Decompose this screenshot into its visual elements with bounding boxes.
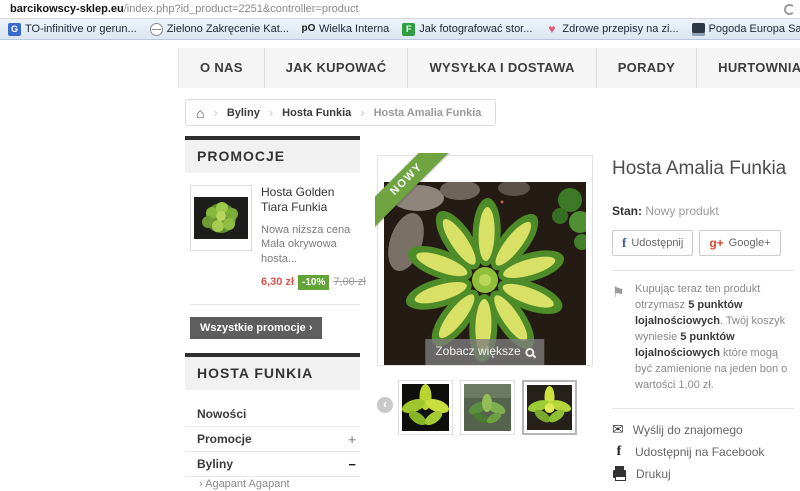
- promo-discount-badge: -10%: [298, 275, 329, 290]
- sidebar-item-byliny[interactable]: Byliny −: [185, 452, 360, 477]
- nav-item-jak-kupowac[interactable]: JAK KUPOWAĆ: [265, 48, 409, 88]
- envelope-icon: ✉: [612, 421, 624, 438]
- green-f-icon: F: [402, 23, 415, 36]
- share-buttons: f Udostępnij g+ Google+: [612, 230, 794, 256]
- sidebar-item-promocje[interactable]: Promocje +: [185, 427, 360, 452]
- promo-product-desc: Nowa niższa cena Mała okrywowa hosta...: [261, 223, 361, 266]
- product-condition: Stan: Nowy produkt: [612, 204, 794, 218]
- new-ribbon-wrap: NOWY: [375, 153, 461, 239]
- sidebar: PROMOCJE Hosta Golden Tiara Funkia Nowa …: [185, 136, 360, 489]
- print-link[interactable]: Drukuj: [612, 463, 794, 485]
- browser-url-bar[interactable]: barcikowscy-sklep.eu/index.php?id_produc…: [0, 0, 800, 19]
- divider: [612, 270, 794, 271]
- category-menu: Nowości Promocje + Byliny − › Agapant Ag…: [185, 402, 360, 489]
- category-section-title: HOSTA FUNKIA: [185, 357, 360, 390]
- hosta-thumb-illustration: [194, 197, 248, 239]
- condition-value: Nowy produkt: [645, 204, 718, 218]
- home-icon[interactable]: ⌂: [196, 105, 204, 121]
- sidebar-subitem-partial[interactable]: › Agapant Agapant: [185, 477, 360, 489]
- promo-product-info: Hosta Golden Tiara Funkia Nowa niższa ce…: [261, 185, 361, 290]
- refresh-icon[interactable]: [784, 4, 795, 15]
- thumbnail-2[interactable]: [460, 380, 515, 435]
- nav-item-o-nas[interactable]: O NAS: [178, 48, 265, 88]
- chevron-right-icon: ›: [213, 105, 217, 120]
- sidebar-item-nowosci[interactable]: Nowości: [185, 402, 360, 427]
- promo-product-title[interactable]: Hosta Golden Tiara Funkia: [261, 185, 361, 215]
- magnifier-icon: [526, 348, 535, 357]
- globe-icon: [150, 23, 163, 36]
- printer-icon: [613, 470, 626, 478]
- divider: [190, 304, 360, 305]
- breadcrumb-item-byliny[interactable]: Byliny: [227, 107, 260, 119]
- thumb1-illustration: [402, 384, 449, 431]
- bookmark-label: TO-infinitive or gerun...: [25, 23, 137, 35]
- product-title: Hosta Amalia Funkia: [612, 158, 794, 180]
- plus-icon[interactable]: +: [348, 427, 356, 452]
- bookmark-item[interactable]: Pogoda Europa Satelit...: [692, 23, 800, 36]
- promo-price-old: 7,00 zł: [333, 276, 365, 288]
- thumbnail-3-selected[interactable]: [522, 380, 577, 435]
- flag-icon: ⚑: [612, 282, 625, 302]
- bookmark-label: Jak fotografować stor...: [419, 23, 532, 35]
- promo-section-title: PROMOCJE: [185, 140, 360, 173]
- main-nav: O NAS JAK KUPOWAĆ WYSYŁKA I DOSTAWA PORA…: [178, 48, 800, 88]
- googleplus-share-button[interactable]: g+ Google+: [699, 230, 780, 256]
- send-to-friend-link[interactable]: ✉ Wyślij do znajomego: [612, 419, 794, 441]
- product-image-frame: Zobacz większe NOWY: [377, 155, 593, 366]
- minus-icon[interactable]: −: [348, 452, 356, 477]
- condition-label: Stan:: [612, 204, 642, 218]
- bookmark-label: Zielono Zakręcenie Kat...: [167, 23, 289, 35]
- new-badge: NOWY: [375, 153, 458, 231]
- bookmark-label: Zdrowe przepisy na zi...: [562, 23, 678, 35]
- bookmark-label: Wielka Interna: [319, 23, 389, 35]
- google-blue-icon: G: [8, 23, 21, 36]
- po-logo-icon: pO: [302, 23, 315, 36]
- promo-product-card[interactable]: Hosta Golden Tiara Funkia Nowa niższa ce…: [185, 173, 360, 300]
- bookmark-item[interactable]: G TO-infinitive or gerun...: [8, 23, 137, 36]
- breadcrumb: ⌂ › Byliny › Hosta Funkia › Hosta Amalia…: [185, 99, 496, 126]
- url-path: /index.php?id_product=2251&controller=pr…: [124, 3, 359, 15]
- breadcrumb-item-current: Hosta Amalia Funkia: [374, 107, 482, 119]
- bookmark-item[interactable]: Zielono Zakręcenie Kat...: [150, 23, 289, 36]
- category-section: HOSTA FUNKIA Nowości Promocje + Byliny −…: [185, 353, 360, 489]
- view-larger-button[interactable]: Zobacz większe: [425, 339, 544, 365]
- facebook-icon: f: [612, 444, 626, 460]
- breadcrumb-item-hosta-funkia[interactable]: Hosta Funkia: [282, 107, 351, 119]
- thumb3-illustration: [527, 385, 572, 430]
- bookmark-item[interactable]: ♥ Zdrowe przepisy na zi...: [545, 23, 678, 36]
- bookmark-item[interactable]: F Jak fotografować stor...: [402, 23, 532, 36]
- all-promotions-button[interactable]: Wszystkie promocje ›: [190, 317, 322, 339]
- heart-icon: ♥: [545, 23, 558, 36]
- chevron-right-icon: ›: [269, 105, 273, 120]
- loyalty-points-note: ⚑ Kupując teraz ten produkt otrzymasz 5 …: [612, 282, 794, 394]
- bookmark-label: Pogoda Europa Satelit...: [709, 23, 800, 35]
- share-facebook-link[interactable]: f Udostępnij na Facebook: [612, 441, 794, 463]
- bookmark-item[interactable]: pO Wielka Interna: [302, 23, 389, 36]
- facebook-icon: f: [622, 235, 626, 251]
- thumbs-prev-button[interactable]: ‹: [377, 397, 393, 413]
- weather-icon: [692, 23, 705, 36]
- divider: [612, 408, 794, 409]
- bookmarks-bar: G TO-infinitive or gerun... Zielono Zakrę…: [0, 19, 800, 40]
- url-domain: barcikowscy-sklep.eu: [10, 3, 124, 15]
- nav-item-hurtownia[interactable]: HURTOWNIA: [697, 48, 800, 88]
- product-action-links: ✉ Wyślij do znajomego f Udostępnij na Fa…: [612, 419, 794, 485]
- promo-price-new: 6,30 zł: [261, 276, 294, 288]
- promo-prices: 6,30 zł -10% 7,00 zł: [261, 275, 361, 290]
- promo-product-image[interactable]: [190, 185, 252, 251]
- googleplus-icon: g+: [709, 236, 723, 250]
- thumb2-illustration: [464, 384, 511, 431]
- thumbnail-1[interactable]: [398, 380, 453, 435]
- facebook-share-button[interactable]: f Udostępnij: [612, 230, 693, 256]
- chevron-right-icon: ›: [360, 105, 364, 120]
- nav-item-wysylka[interactable]: WYSYŁKA I DOSTAWA: [408, 48, 596, 88]
- product-info-panel: Hosta Amalia Funkia Stan: Nowy produkt f…: [612, 158, 794, 485]
- nav-item-porady[interactable]: PORADY: [597, 48, 697, 88]
